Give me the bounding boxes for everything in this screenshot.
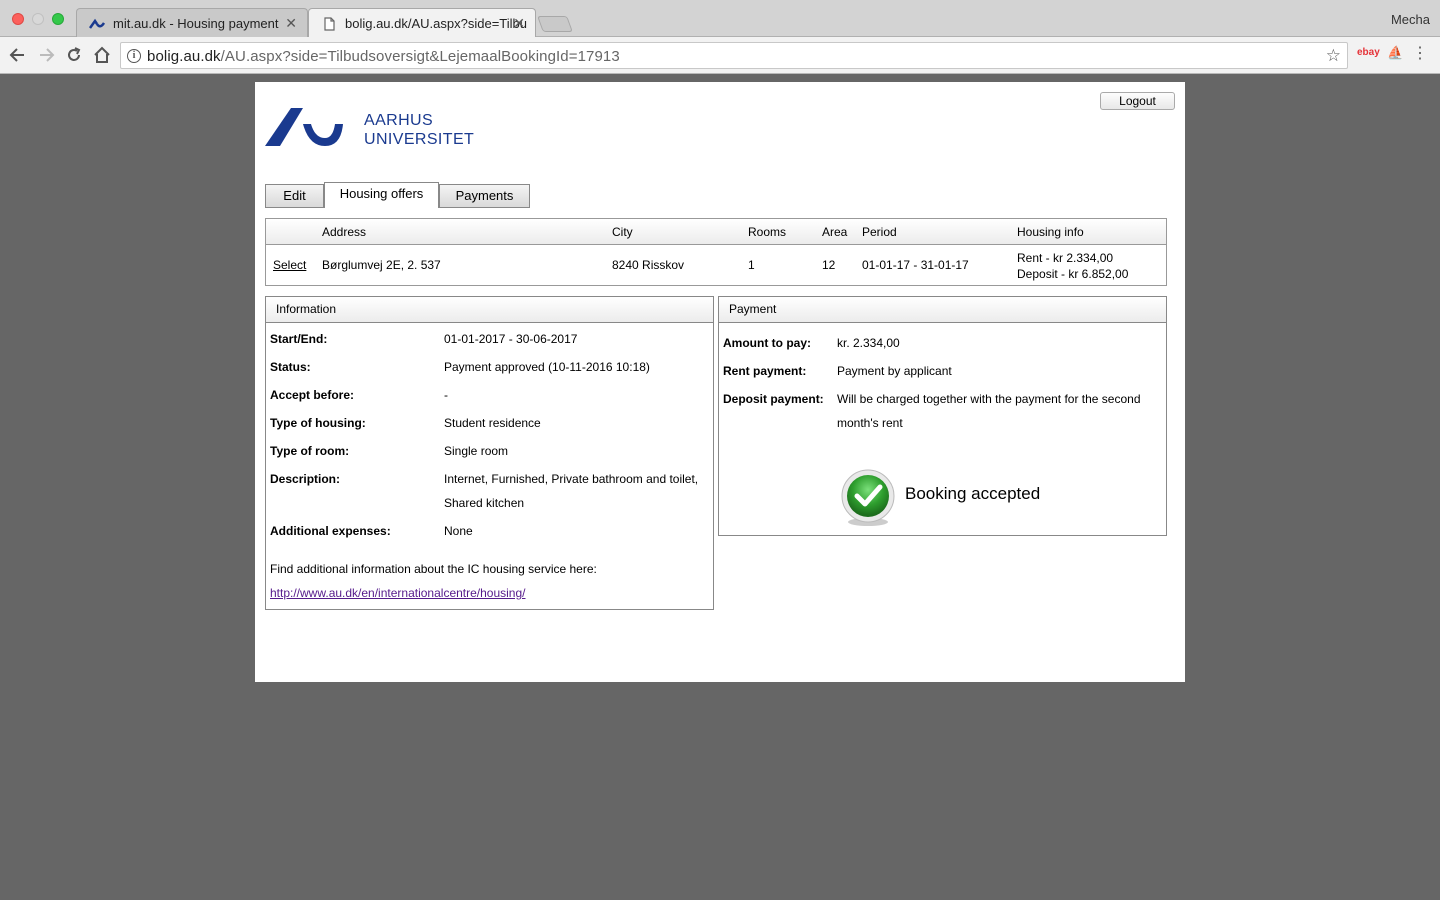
column-header-address: Address — [322, 225, 367, 239]
info-label: Status: — [270, 360, 311, 374]
maximize-window-button[interactable] — [52, 13, 64, 25]
info-label: Start/End: — [270, 332, 328, 346]
au-logo-mark — [265, 108, 343, 146]
tab-housing-offers[interactable]: Housing offers — [324, 182, 439, 208]
page-container: Logout AARHUS UNIVERSITET Edit Housing o… — [255, 82, 1185, 682]
housing-offers-table: Address City Rooms Area Period Housing i… — [265, 218, 1167, 286]
browser-tab-housing-payment[interactable]: mit.au.dk - Housing payment ✕ — [76, 8, 308, 37]
logo-line-2: UNIVERSITET — [364, 131, 475, 148]
payment-value: Will be charged together with the paymen… — [837, 392, 1141, 406]
browser-tab-bar: mit.au.dk - Housing payment ✕ bolig.au.d… — [0, 0, 1440, 37]
payment-value: Payment by applicant — [837, 364, 952, 378]
info-value: Payment approved (10-11-2016 10:18) — [444, 360, 650, 374]
table-row: Select Børglumvej 2E, 2. 537 8240 Rissko… — [266, 245, 1166, 285]
browser-toolbar: i bolig.au.dk/AU.aspx?side=Tilbudsoversi… — [0, 37, 1440, 74]
panel-title: Payment — [719, 297, 1166, 323]
browser-tab-bolig[interactable]: bolig.au.dk/AU.aspx?side=Tilbu ✕ — [308, 8, 536, 37]
column-header-housing-info: Housing info — [1017, 225, 1084, 239]
booking-accepted-text: Booking accepted — [905, 484, 1041, 503]
cell-housing-info: Rent - kr 2.334,00 Deposit - kr 6.852,00 — [1017, 250, 1128, 282]
url-path: /AU.aspx?side=Tilbudsoversigt&LejemaalBo… — [220, 48, 620, 65]
info-label: Type of housing: — [270, 416, 366, 430]
tab-edit[interactable]: Edit — [265, 184, 324, 208]
rent-amount: Rent - kr 2.334,00 — [1017, 251, 1114, 265]
browser-menu-icon[interactable]: ⋮ — [1412, 46, 1428, 62]
info-label: Additional expenses: — [270, 524, 391, 538]
url-text[interactable]: bolig.au.dk/AU.aspx?side=Tilbudsoversigt… — [147, 48, 620, 65]
deposit-amount: Deposit - kr 6.852,00 — [1017, 267, 1129, 281]
close-window-button[interactable] — [12, 13, 24, 25]
info-label: Description: — [270, 472, 341, 486]
cell-city: 8240 Risskov — [612, 258, 685, 272]
info-label: Type of room: — [270, 444, 350, 458]
new-tab-button[interactable] — [537, 16, 573, 32]
info-value: - — [444, 388, 448, 402]
column-header-rooms: Rooms — [748, 225, 787, 239]
panel-title: Information — [266, 297, 713, 323]
site-info-icon[interactable]: i — [127, 49, 141, 63]
profile-name[interactable]: Mecha — [1391, 12, 1430, 27]
tab-title: bolig.au.dk/AU.aspx?side=Tilbu — [345, 16, 527, 31]
payment-value-continued: month's rent — [837, 416, 903, 430]
bookmark-star-icon[interactable]: ☆ — [1326, 46, 1341, 66]
info-value: Internet, Furnished, Private bathroom an… — [444, 472, 699, 486]
back-arrow-icon[interactable] — [8, 45, 28, 65]
aarhus-university-logo: AARHUS UNIVERSITET — [265, 106, 475, 150]
close-tab-icon[interactable]: ✕ — [285, 9, 297, 37]
logo-line-1: AARHUS — [364, 112, 434, 129]
column-header-area: Area — [822, 225, 848, 239]
payment-label: Deposit payment: — [723, 392, 824, 406]
minimize-window-button[interactable] — [32, 13, 44, 25]
logout-button[interactable]: Logout — [1100, 92, 1175, 110]
close-tab-icon[interactable]: ✕ — [513, 9, 525, 37]
ebay-extension-icon[interactable]: ebay — [1357, 47, 1380, 58]
payment-value: kr. 2.334,00 — [837, 336, 900, 350]
cell-address: Børglumvej 2E, 2. 537 — [322, 258, 441, 272]
tab-title: mit.au.dk - Housing payment — [113, 16, 279, 31]
url-host: bolig.au.dk — [147, 48, 221, 65]
info-value: 01-01-2017 - 30-06-2017 — [444, 332, 578, 346]
address-bar[interactable]: i bolig.au.dk/AU.aspx?side=Tilbudsoversi… — [120, 42, 1348, 69]
info-value: None — [444, 524, 473, 538]
check-circle-icon — [841, 469, 895, 526]
logo-text: AARHUS UNIVERSITET — [364, 111, 474, 149]
cell-rooms: 1 — [748, 258, 755, 272]
payment-label: Rent payment: — [723, 364, 807, 378]
info-value: Single room — [444, 444, 509, 458]
home-icon[interactable] — [92, 45, 112, 65]
au-favicon-icon — [89, 18, 105, 29]
column-header-city: City — [612, 225, 633, 239]
info-value-continued: Shared kitchen — [444, 496, 525, 510]
tab-payments[interactable]: Payments — [439, 184, 530, 208]
info-label: Accept before: — [270, 388, 355, 402]
forward-arrow-icon[interactable] — [36, 45, 56, 65]
select-link[interactable]: Select — [273, 258, 306, 272]
payment-label: Amount to pay: — [723, 336, 811, 350]
extension-icon[interactable]: ⛵ — [1387, 45, 1403, 61]
info-value: Student residence — [444, 416, 541, 430]
housing-info-link[interactable]: http://www.au.dk/en/internationalcentre/… — [270, 581, 526, 605]
information-panel: Information Start/End: 01-01-2017 - 30-0… — [265, 296, 714, 610]
document-icon — [324, 17, 335, 31]
cell-area: 12 — [822, 258, 836, 272]
payment-panel: Payment Amount to pay: kr. 2.334,00 Rent… — [718, 296, 1167, 536]
info-footer-text: Find additional information about the IC… — [270, 562, 597, 576]
column-header-period: Period — [862, 225, 897, 239]
table-header: Address City Rooms Area Period Housing i… — [266, 219, 1166, 245]
cell-period: 01-01-17 - 31-01-17 — [862, 258, 969, 272]
reload-icon[interactable] — [64, 45, 84, 65]
